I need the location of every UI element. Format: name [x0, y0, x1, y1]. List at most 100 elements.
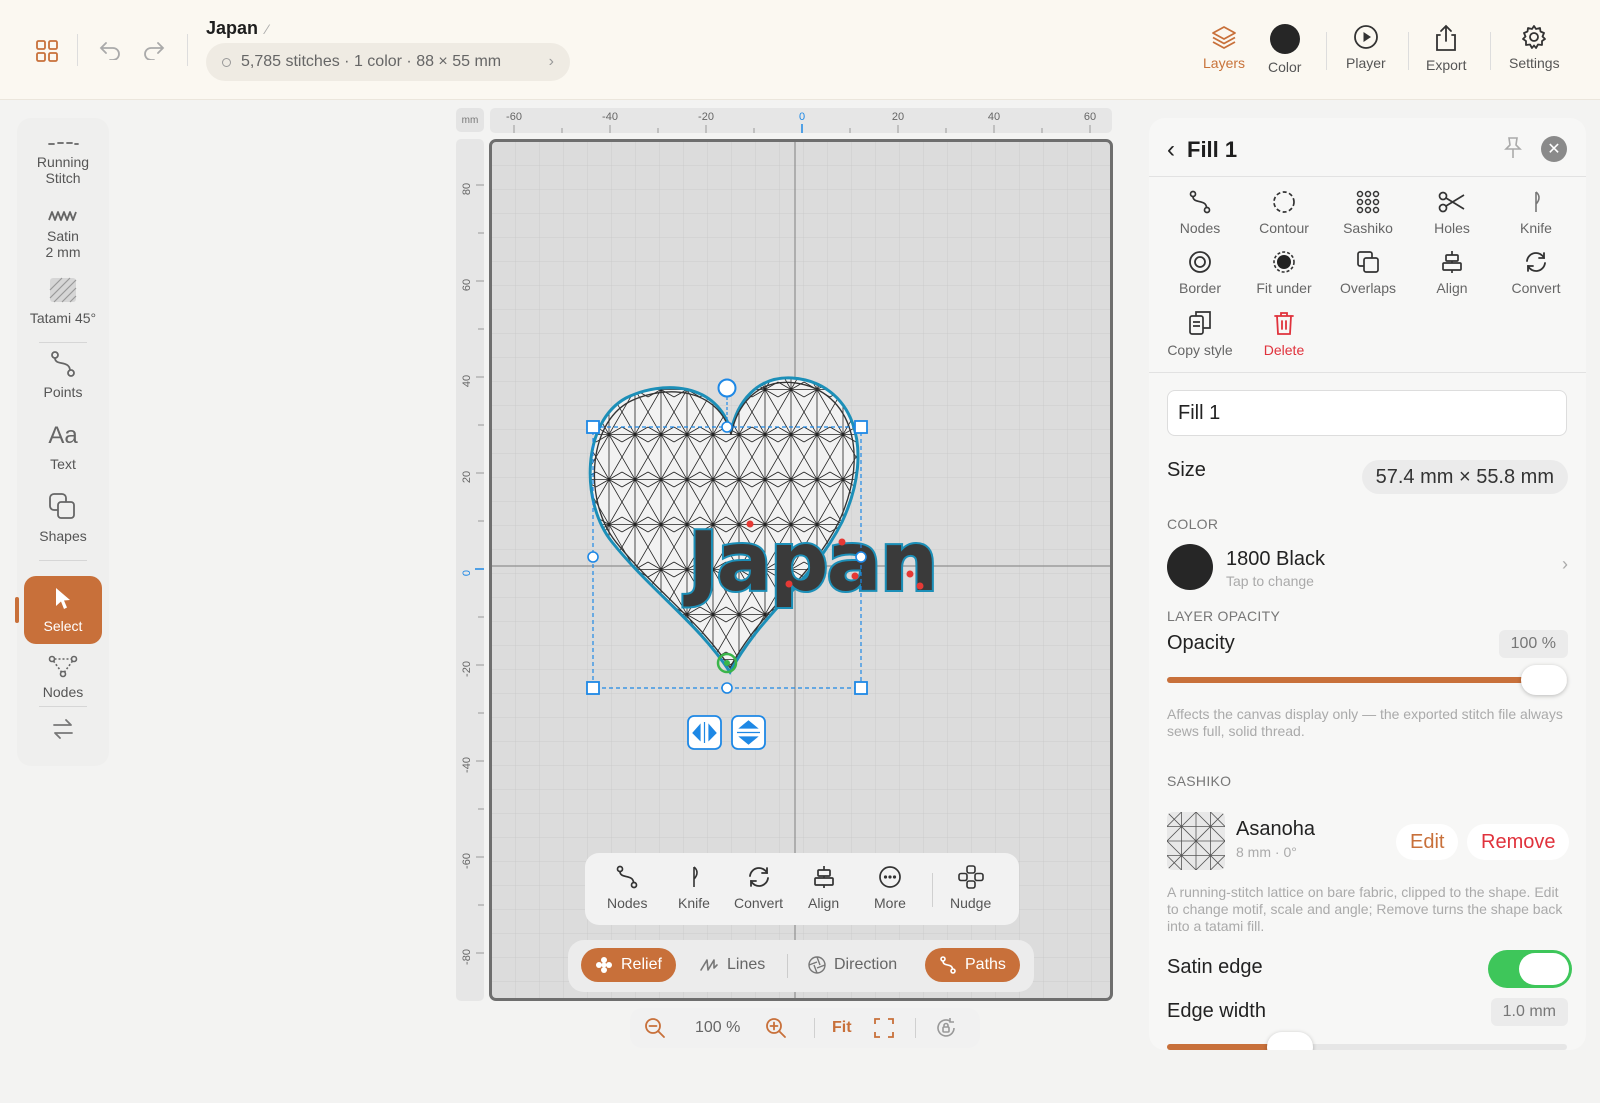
- thread-color-name: 1800 Black: [1226, 548, 1325, 570]
- y-tick-label: -20: [461, 661, 473, 677]
- pin-icon[interactable]: [1503, 136, 1523, 165]
- cursor-arrow-icon: [56, 588, 70, 609]
- opacity-slider[interactable]: [1167, 665, 1567, 695]
- rotation-lock-button[interactable]: [935, 1015, 957, 1041]
- x-tick-label: -40: [602, 111, 618, 123]
- points-tool[interactable]: Points: [17, 350, 109, 400]
- layer-name-input[interactable]: [1167, 390, 1567, 436]
- paths-mode-button[interactable]: Paths: [925, 948, 1020, 982]
- rename-pencil-icon[interactable]: ⁄: [266, 21, 268, 37]
- border-label: Border: [1178, 280, 1222, 296]
- tatami-tool[interactable]: Tatami 45°: [17, 276, 109, 326]
- player-button[interactable]: Player: [1346, 24, 1386, 71]
- document-info-pill[interactable]: 5,785 stitches · 1 color · 88 × 55 mm ›: [206, 43, 570, 81]
- convert-icon: [1526, 252, 1546, 272]
- flower-icon: [596, 957, 612, 973]
- top-bar: Japan ⁄ 5,785 stitches · 1 color · 88 × …: [0, 0, 1600, 100]
- japan-text-shape[interactable]: Japan: [681, 513, 940, 612]
- rotate-handle[interactable]: [717, 378, 737, 398]
- edge-width-slider-knob[interactable]: [1267, 1032, 1313, 1050]
- satin-edge-toggle[interactable]: [1488, 950, 1572, 988]
- float-align-button[interactable]: Align: [808, 865, 839, 911]
- knife-icon: [1535, 191, 1540, 212]
- color-button[interactable]: Color: [1268, 24, 1301, 75]
- nodes-label: Nodes: [42, 684, 84, 700]
- fullscreen-button[interactable]: [874, 1015, 894, 1041]
- thread-color-swatch: [1167, 544, 1213, 590]
- settings-button[interactable]: Settings: [1509, 24, 1560, 71]
- close-icon[interactable]: ✕: [1541, 136, 1567, 162]
- fit-under-button[interactable]: Fit under: [1242, 250, 1326, 296]
- panel-header: ‹ Fill 1 ✕: [1167, 130, 1567, 170]
- sashiko-button[interactable]: Sashiko: [1326, 190, 1410, 236]
- float-knife-button[interactable]: Knife: [678, 865, 710, 911]
- panel-align-button[interactable]: Align: [1410, 250, 1494, 296]
- float-nodes-button[interactable]: Nodes: [607, 865, 647, 911]
- nodes-path-icon: [1189, 190, 1211, 214]
- fit-button[interactable]: Fit: [832, 1015, 852, 1041]
- sashiko-remove-button[interactable]: Remove: [1467, 824, 1570, 860]
- overlaps-button[interactable]: Overlaps: [1326, 250, 1410, 296]
- layers-button[interactable]: Layers: [1203, 24, 1245, 71]
- edge-width-value[interactable]: 1.0 mm: [1490, 998, 1568, 1026]
- export-button[interactable]: Export: [1426, 24, 1466, 73]
- direction-mode-button[interactable]: Direction: [794, 948, 911, 982]
- panel-knife-button[interactable]: Knife: [1494, 190, 1578, 236]
- back-chevron-icon[interactable]: ‹: [1167, 136, 1175, 164]
- panel-convert-button[interactable]: Convert: [1494, 250, 1578, 296]
- settings-label: Settings: [1509, 55, 1560, 71]
- zoom-level: 100 %: [695, 1019, 741, 1036]
- document-info-text: 5,785 stitches · 1 color · 88 × 55 mm: [241, 53, 502, 70]
- relief-label: Relief: [621, 956, 662, 973]
- running-stitch-tool[interactable]: Running Stitch: [17, 138, 109, 186]
- size-value[interactable]: 57.4 mm × 55.8 mm: [1361, 460, 1568, 494]
- nodes-tool[interactable]: Nodes: [17, 654, 109, 700]
- delete-button[interactable]: Delete: [1242, 310, 1326, 358]
- thread-color-hint: Tap to change: [1226, 573, 1314, 589]
- grid-icon[interactable]: [34, 38, 60, 64]
- text-tool[interactable]: Aa Text: [17, 422, 109, 472]
- shapes-tool[interactable]: Shapes: [17, 492, 109, 544]
- sashiko-edit-button[interactable]: Edit: [1396, 824, 1459, 860]
- opacity-section-title: LAYER OPACITY: [1167, 608, 1281, 624]
- satin-tool[interactable]: Satin 2 mm: [17, 210, 109, 260]
- float-convert-label: Convert: [734, 895, 784, 911]
- select-tool[interactable]: Select: [24, 576, 102, 644]
- float-nodes-label: Nodes: [607, 895, 648, 911]
- border-ring-icon: [1189, 251, 1211, 273]
- swap-tool[interactable]: [17, 718, 109, 746]
- y-tick-label: 40: [461, 375, 473, 387]
- rotation-lock-icon: [937, 1018, 955, 1037]
- panel-nodes-button[interactable]: Nodes: [1158, 190, 1242, 236]
- layers-label: Layers: [1203, 55, 1246, 71]
- flip-vertical-button[interactable]: [731, 715, 766, 750]
- float-convert-button[interactable]: Convert: [734, 865, 783, 911]
- opacity-value[interactable]: 100 %: [1498, 630, 1568, 658]
- edge-width-slider[interactable]: [1167, 1032, 1567, 1050]
- border-button[interactable]: Border: [1158, 250, 1242, 296]
- contour-button[interactable]: Contour: [1242, 190, 1326, 236]
- document-title[interactable]: Japan ⁄: [206, 18, 268, 39]
- export-label: Export: [1426, 57, 1467, 73]
- undo-icon[interactable]: [96, 36, 124, 64]
- float-nudge-button[interactable]: Nudge: [950, 865, 991, 911]
- zoom-out-button[interactable]: [644, 1015, 666, 1041]
- float-more-button[interactable]: More: [874, 865, 906, 911]
- relief-mode-button[interactable]: Relief: [581, 948, 676, 982]
- opacity-slider-knob[interactable]: [1521, 665, 1567, 695]
- contour-label: Contour: [1259, 220, 1309, 236]
- copy-style-button[interactable]: Copy style: [1158, 310, 1242, 358]
- lines-mode-button[interactable]: Lines: [685, 948, 779, 982]
- text-label: Text: [50, 456, 76, 472]
- holes-button[interactable]: Holes: [1410, 190, 1494, 236]
- y-tick-label: -60: [461, 853, 473, 869]
- points-label: Points: [43, 384, 83, 400]
- view-mode-bar: Relief Lines Direction Paths: [568, 940, 1034, 992]
- ruler-unit: mm: [456, 108, 484, 132]
- copy-document-icon: [1189, 311, 1211, 335]
- flip-horizontal-button[interactable]: [687, 715, 722, 750]
- zoom-in-button[interactable]: [765, 1015, 787, 1041]
- panel-title: Fill 1: [1187, 137, 1238, 162]
- redo-icon[interactable]: [140, 36, 168, 64]
- sashiko-pattern-meta: 8 mm · 0°: [1236, 844, 1297, 860]
